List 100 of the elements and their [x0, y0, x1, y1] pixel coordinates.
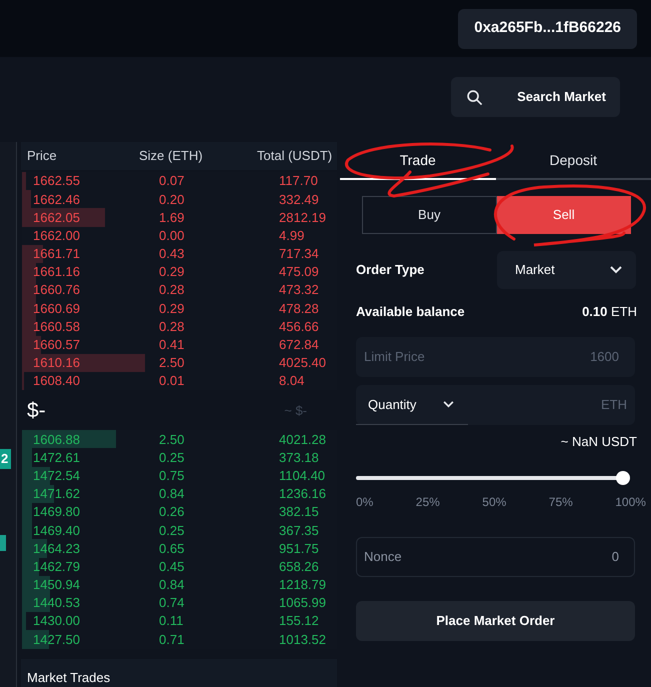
- size-cell-text: 0.01: [159, 372, 186, 390]
- column-header: Size (ETH): [139, 147, 204, 166]
- price-cell-text: 1472.61: [33, 448, 81, 467]
- total-cell-text: 2812.19: [279, 208, 326, 227]
- size-cell-text: 0.25: [159, 448, 186, 467]
- total-cell-text: 478.28: [279, 300, 319, 318]
- slider-tick-label: 0%: [356, 494, 374, 510]
- total-cell-text: 1236.16: [279, 485, 326, 504]
- total-cell-text: 475.09: [279, 263, 319, 282]
- size-cell-text: 0.29: [159, 263, 186, 282]
- total-cell-text: 456.66: [279, 318, 319, 336]
- size-cell-text: 0.43: [159, 245, 186, 264]
- cut-off-badge: 2: [0, 449, 11, 469]
- price-cell-text: 1469.80: [33, 503, 81, 522]
- size-cell-text: 0.75: [159, 466, 186, 485]
- size-cell-text: 0.45: [159, 558, 186, 576]
- size-cell-text: 0.71: [159, 630, 186, 649]
- size-cell-text: 1.69: [159, 208, 186, 227]
- price-cell-text: 1450.94: [33, 576, 81, 594]
- size-cell-text: 0.84: [159, 576, 186, 594]
- side-toggle[interactable]: Sell: [496, 196, 631, 234]
- total-cell-text: 473.32: [279, 281, 319, 300]
- tab[interactable]: Trade: [340, 142, 496, 180]
- chevron-down-icon: [443, 401, 454, 408]
- size-cell-text: 0.11: [159, 612, 184, 630]
- price-cell-text: 1464.23: [33, 540, 81, 558]
- mid-price-approx: ~ $-: [284, 402, 307, 420]
- price-cell-text: 1440.53: [33, 594, 81, 612]
- price-cell-text: 1661.71: [33, 245, 81, 264]
- quantity-field[interactable]: Quantity ETH: [356, 385, 635, 425]
- price-cell-text: 1606.88: [33, 430, 81, 449]
- size-cell-text: 0.28: [159, 281, 186, 300]
- slider-tick-label: 75%: [548, 494, 573, 510]
- price-cell-text: 1610.16: [33, 354, 81, 372]
- quantity-unit: ETH: [601, 396, 628, 414]
- price-cell-text: 1660.58: [33, 318, 81, 336]
- size-cell-text: 0.07: [159, 172, 186, 190]
- price-cell-text: 1427.50: [33, 630, 81, 649]
- balance-value: 0.10 ETH: [582, 303, 637, 322]
- tab[interactable]: Deposit: [496, 142, 651, 180]
- total-cell-text: 8.04: [279, 372, 304, 390]
- size-cell-text: 0.25: [159, 522, 186, 540]
- price-cell-text: 1662.05: [33, 208, 81, 227]
- wallet-address-button[interactable]: 0xa265Fb...1fB66226: [458, 8, 637, 48]
- balance-label: Available balance: [356, 303, 465, 322]
- total-cell-text: 4021.28: [279, 430, 326, 449]
- price-cell-text: 1662.00: [33, 226, 81, 245]
- price-cell-text: 1661.16: [33, 263, 81, 282]
- slider-thumb[interactable]: [616, 470, 630, 484]
- slider-tick-label: 50%: [482, 494, 506, 510]
- total-cell-text: 367.35: [279, 522, 319, 540]
- price-cell-text: 1469.40: [33, 522, 81, 540]
- slider-tick-label: 25%: [416, 494, 440, 510]
- price-cell-text: 1608.40: [33, 372, 81, 390]
- cut-off-bar: [0, 535, 6, 551]
- size-cell-text: 2.50: [159, 430, 186, 449]
- size-cell-text: 0.20: [159, 190, 186, 209]
- size-cell-text: 0.26: [159, 503, 186, 522]
- price-cell-text: 1660.76: [33, 281, 81, 300]
- total-cell-text: 658.26: [279, 558, 319, 576]
- size-cell-text: 0.65: [159, 540, 186, 558]
- size-cell-text: 0.41: [159, 336, 186, 354]
- nonce-field[interactable]: Nonce 0: [356, 536, 635, 576]
- total-cell-text: 4025.40: [279, 354, 326, 372]
- size-cell-text: 0.74: [159, 594, 186, 612]
- limit-price-label: Limit Price: [364, 348, 425, 366]
- price-cell-text: 1660.57: [33, 336, 81, 354]
- price-cell-text: 1662.55: [33, 172, 81, 190]
- price-cell-text: 1662.46: [33, 190, 81, 209]
- size-cell-text: 2.50: [159, 354, 186, 372]
- column-header: Total (USDT): [257, 147, 332, 166]
- price-cell-text: 1430.00: [33, 612, 81, 630]
- total-cell-text: 1104.40: [279, 466, 326, 485]
- size-cell-text: 0.00: [159, 226, 186, 245]
- side-toggle[interactable]: Buy: [362, 196, 496, 234]
- total-cell-text: 672.84: [279, 336, 319, 354]
- chevron-down-icon: [610, 266, 622, 274]
- price-cell-text: 1462.79: [33, 558, 81, 576]
- total-cell-text: 4.99: [279, 226, 304, 245]
- total-cell-text: 1065.99: [279, 594, 326, 612]
- market-trades-title: Market Trades: [27, 668, 110, 687]
- price-cell-text: 1472.54: [33, 466, 81, 485]
- total-cell-text: 951.75: [279, 540, 319, 558]
- search-market-button[interactable]: Search Market: [451, 77, 620, 117]
- mid-price: $-: [27, 398, 46, 424]
- total-cell-text: 373.18: [279, 448, 319, 467]
- total-cell-text: 155.12: [279, 612, 319, 630]
- price-cell-text: 1471.62: [33, 485, 81, 504]
- price-cell-text: 1660.69: [33, 300, 81, 318]
- slider-tick-label: 100%: [615, 494, 646, 510]
- slider[interactable]: [356, 470, 630, 484]
- order-type-dropdown[interactable]: Market: [497, 251, 636, 289]
- quantity-approx: ~ NaN USDT: [560, 433, 637, 451]
- total-cell-text: 117.70: [279, 172, 318, 190]
- size-cell-text: 0.29: [159, 300, 186, 318]
- quantity-unit-dropdown[interactable]: Quantity: [356, 385, 468, 425]
- search-icon: [466, 88, 483, 106]
- place-order-button[interactable]: Place Market Order: [356, 600, 635, 640]
- limit-price-input[interactable]: 1600: [547, 347, 627, 367]
- total-cell-text: 717.34: [279, 245, 319, 264]
